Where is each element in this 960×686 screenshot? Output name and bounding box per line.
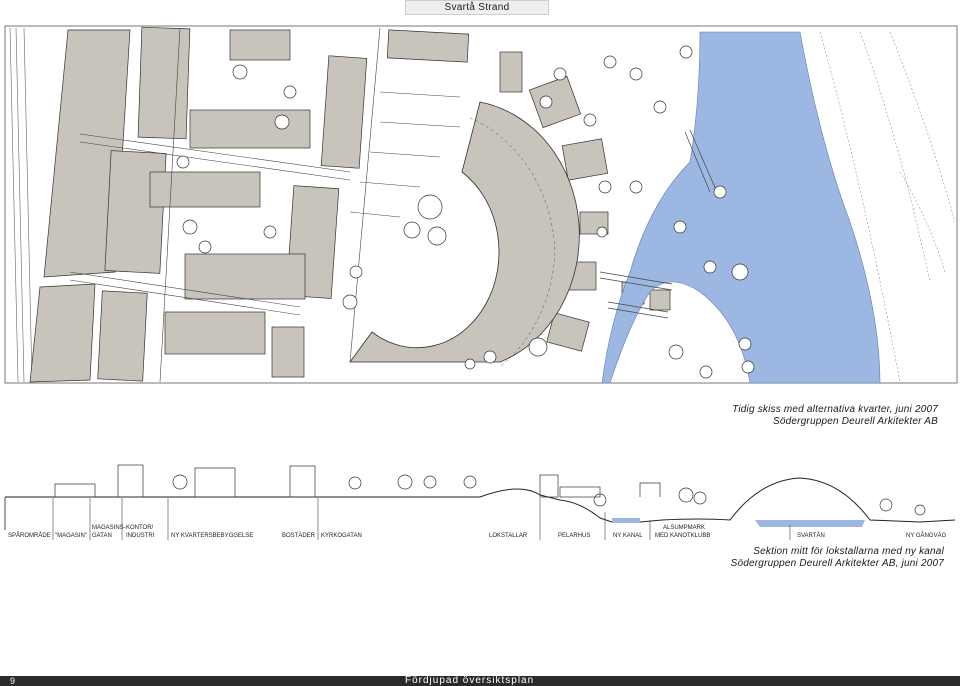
label-lokstallar: LOKSTALLAR <box>489 533 528 539</box>
header-title: Svartå Strand <box>405 0 549 15</box>
plan-caption-line-1: Tidig skiss med alternativa kvarter, jun… <box>732 404 938 415</box>
section-water-canal <box>612 518 640 523</box>
section-water-river <box>755 520 865 527</box>
label-kvarter: NY KVARTERSBEBYGGELSE <box>171 533 253 539</box>
section-trees <box>172 474 926 516</box>
ground-line <box>5 477 956 523</box>
label-kontor-2: INDUSTRI <box>126 533 155 539</box>
label-magasinsgatan-2: GATAN <box>92 533 112 539</box>
label-svartan: SVARTÅN <box>797 532 825 539</box>
section-drawing: SPÅROMRÅDE "MAGASIN" MAGASINS- GATAN KON… <box>4 464 956 540</box>
label-kanal: NY KANAL <box>613 533 643 539</box>
label-kyrkogatan: KYRKOGATAN <box>321 533 362 539</box>
label-magasinsgatan-1: MAGASINS- <box>92 525 126 531</box>
label-bostader: BOSTÄDER <box>282 532 316 539</box>
label-alsumpmark-1: ALSUMPMARK <box>663 525 705 531</box>
plan-caption: Tidig skiss med alternativa kvarter, jun… <box>732 404 938 428</box>
label-alsumpmark-2: MED KANOTKLUBB <box>655 533 710 539</box>
section-caption: Sektion mitt för lokstallarna med ny kan… <box>731 546 944 570</box>
plan-caption-line-2: Södergruppen Deurell Arkitekter AB <box>772 416 938 427</box>
label-sparomrade: SPÅROMRÅDE <box>8 532 51 539</box>
page-number: 9 <box>10 676 16 686</box>
label-pelarhus: PELARHUS <box>558 533 590 539</box>
label-gangvag: NY GÅNGVÄG <box>906 532 947 539</box>
label-magasin: "MAGASIN" <box>55 533 87 539</box>
footer-title: Fördjupad översiktsplan <box>405 675 535 686</box>
section-caption-line-1: Sektion mitt för lokstallarna med ny kan… <box>753 546 944 557</box>
section-buildings <box>54 464 661 498</box>
label-kontor-1: KONTOR/ <box>126 525 154 531</box>
site-plan-drawing <box>0 22 960 385</box>
section-caption-line-2: Södergruppen Deurell Arkitekter AB, juni… <box>730 558 944 569</box>
